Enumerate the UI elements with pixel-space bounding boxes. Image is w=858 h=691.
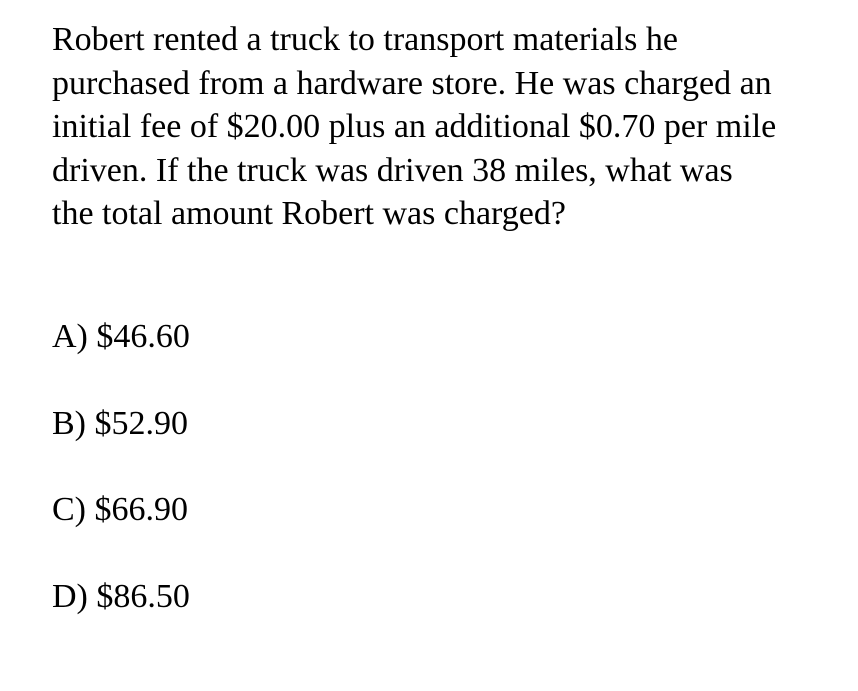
question-line: the total amount Robert was charged? — [52, 195, 566, 232]
choice-b[interactable]: B) $52.90 — [52, 404, 190, 491]
choice-a[interactable]: A) $46.60 — [52, 317, 190, 404]
question-line: driven. If the truck was driven 38 miles… — [52, 151, 733, 189]
answer-choices: A) $46.60 B) $52.90 C) $66.90 D) $86.50 — [52, 317, 190, 663]
question-text: Robert rented a truck to transport mater… — [52, 18, 852, 236]
question-line: initial fee of $20.00 plus an additional… — [52, 108, 777, 145]
question-line: Robert rented a truck to transport mater… — [52, 21, 678, 58]
question-line: purchased from a hardware store. He was … — [52, 64, 772, 102]
choice-d[interactable]: D) $86.50 — [52, 577, 190, 664]
choice-c[interactable]: C) $66.90 — [52, 490, 190, 577]
